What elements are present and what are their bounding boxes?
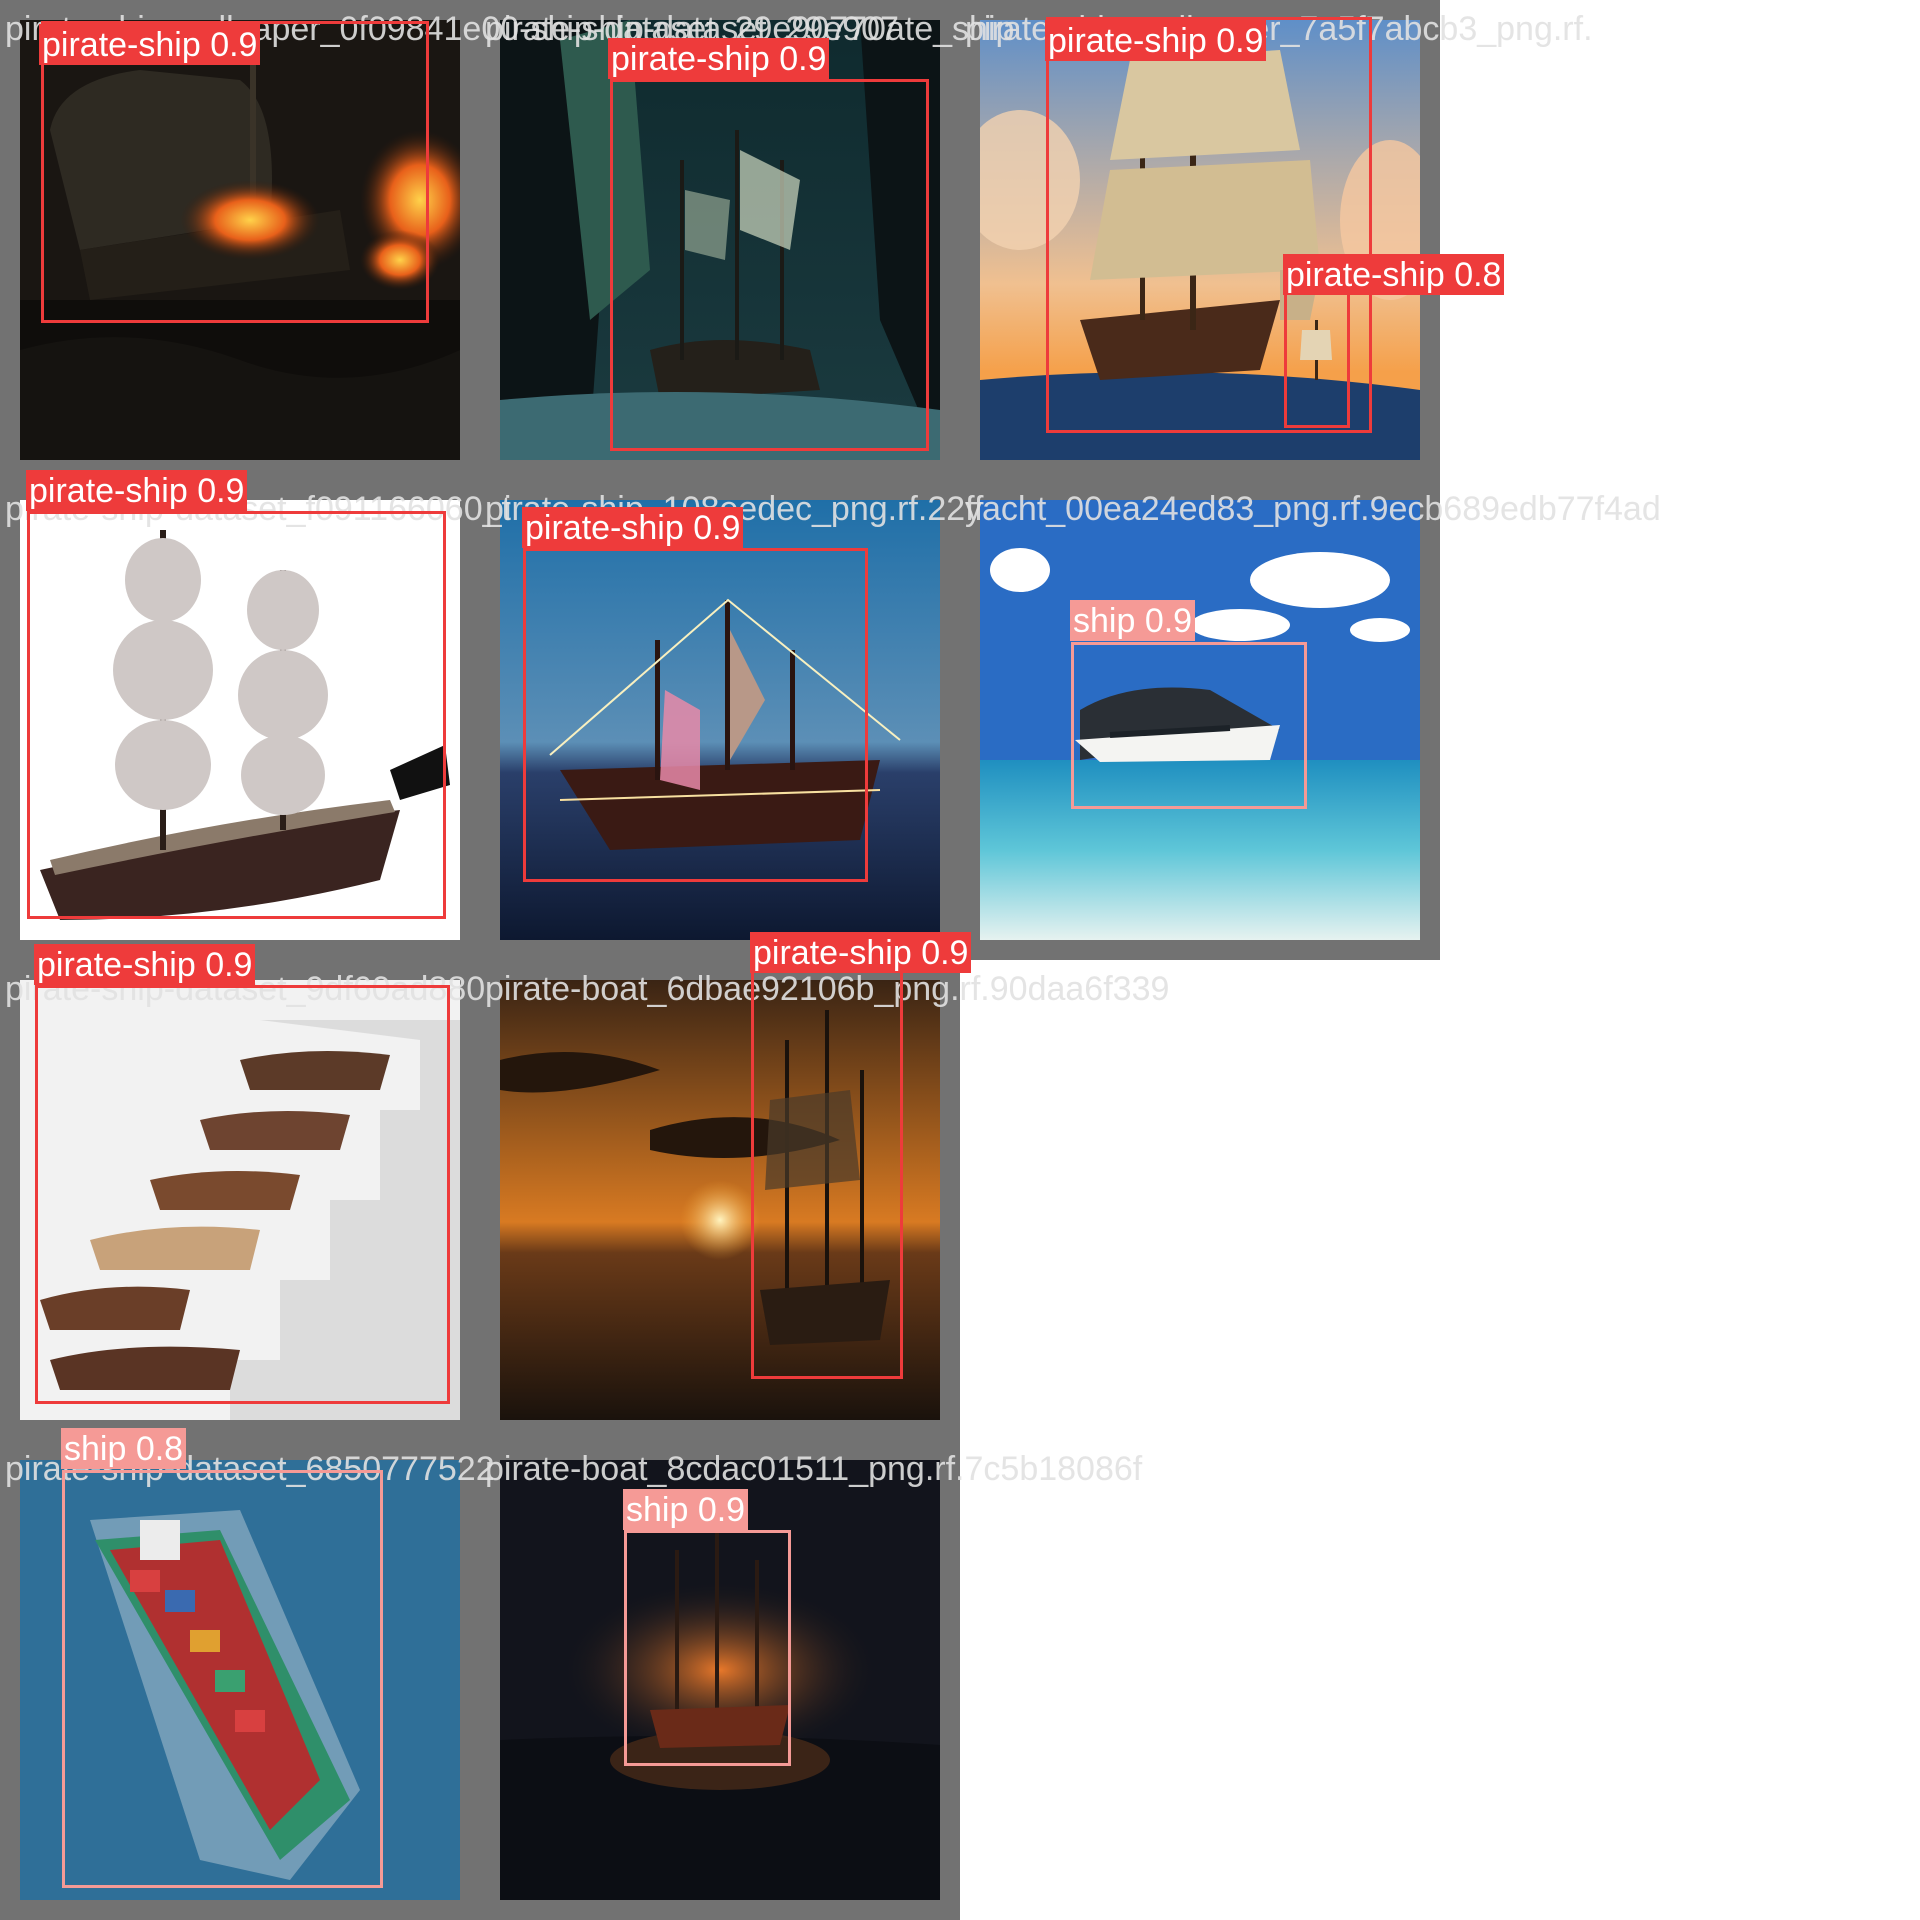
tile-filename: pirate-boat_8cdac01511_png.rf.7c5b18086f bbox=[485, 1450, 1143, 1488]
detection-box-pirate-ship bbox=[1284, 292, 1350, 428]
mosaic-tile: pirate-ship-dataset_9df60ad880 pirate-sh… bbox=[0, 944, 485, 1440]
detection-label: pirate-ship 0.9 bbox=[1045, 20, 1267, 61]
detection-label: pirate-ship 0.9 bbox=[34, 944, 256, 985]
tile-filename: yacht_00ea24ed83_png.rf.9ecb689edb77f4ad bbox=[965, 490, 1661, 528]
detection-label: pirate-ship 0.9 bbox=[26, 470, 248, 511]
detection-box-pirate-ship bbox=[523, 548, 868, 882]
mosaic-tile: pirate-ship-wallpaper_7a5f7abcb3_png.rf.… bbox=[960, 0, 1593, 480]
detection-box-pirate-ship bbox=[610, 79, 929, 451]
detection-box-pirate-ship bbox=[751, 963, 903, 1379]
detection-box-ship bbox=[1071, 642, 1307, 809]
detection-box-pirate-ship bbox=[35, 985, 450, 1404]
detection-label: ship 0.8 bbox=[61, 1428, 187, 1469]
detection-box-ship bbox=[62, 1470, 383, 1888]
mosaic-tile: pirate-ship-dataset_6850777522 ship 0.8 bbox=[0, 1428, 495, 1920]
detection-label: pirate-ship 0.9 bbox=[39, 24, 261, 65]
detection-label: pirate-ship 0.9 bbox=[608, 38, 830, 79]
detection-label: ship 0.9 bbox=[1070, 600, 1196, 641]
detection-box-pirate-ship bbox=[41, 21, 429, 323]
mosaic-tile: pirate-ship-dataset_f091166060_t pirate-… bbox=[0, 470, 511, 960]
detection-label: pirate-ship 0.8 bbox=[1283, 254, 1505, 295]
detection-label: pirate-ship 0.9 bbox=[750, 932, 972, 973]
mosaic-tile: pirate-boat_6dbae92106b_png.rf.90daa6f33… bbox=[480, 932, 1169, 1440]
detection-label: pirate-ship 0.9 bbox=[522, 507, 744, 548]
detection-label: ship 0.9 bbox=[623, 1489, 749, 1530]
detection-box-pirate-ship bbox=[27, 511, 446, 919]
mosaic-tile: pirate-ship-wallpaper_0f09841e00-ship-da… bbox=[0, 0, 1014, 480]
detection-box-ship bbox=[624, 1530, 791, 1766]
mosaic-tile: pirate-boat_8cdac01511_png.rf.7c5b18086f… bbox=[480, 1440, 1142, 1920]
mosaic-tile: pirate-ship-dataset_29e907 pirate-ship 0… bbox=[480, 0, 960, 480]
mosaic-tile: pirate-ship_108eedec_png.rf.22ff pirate-… bbox=[480, 480, 983, 960]
mosaic-tile: yacht_00ea24ed83_png.rf.9ecb689edb77f4ad… bbox=[960, 480, 1661, 960]
